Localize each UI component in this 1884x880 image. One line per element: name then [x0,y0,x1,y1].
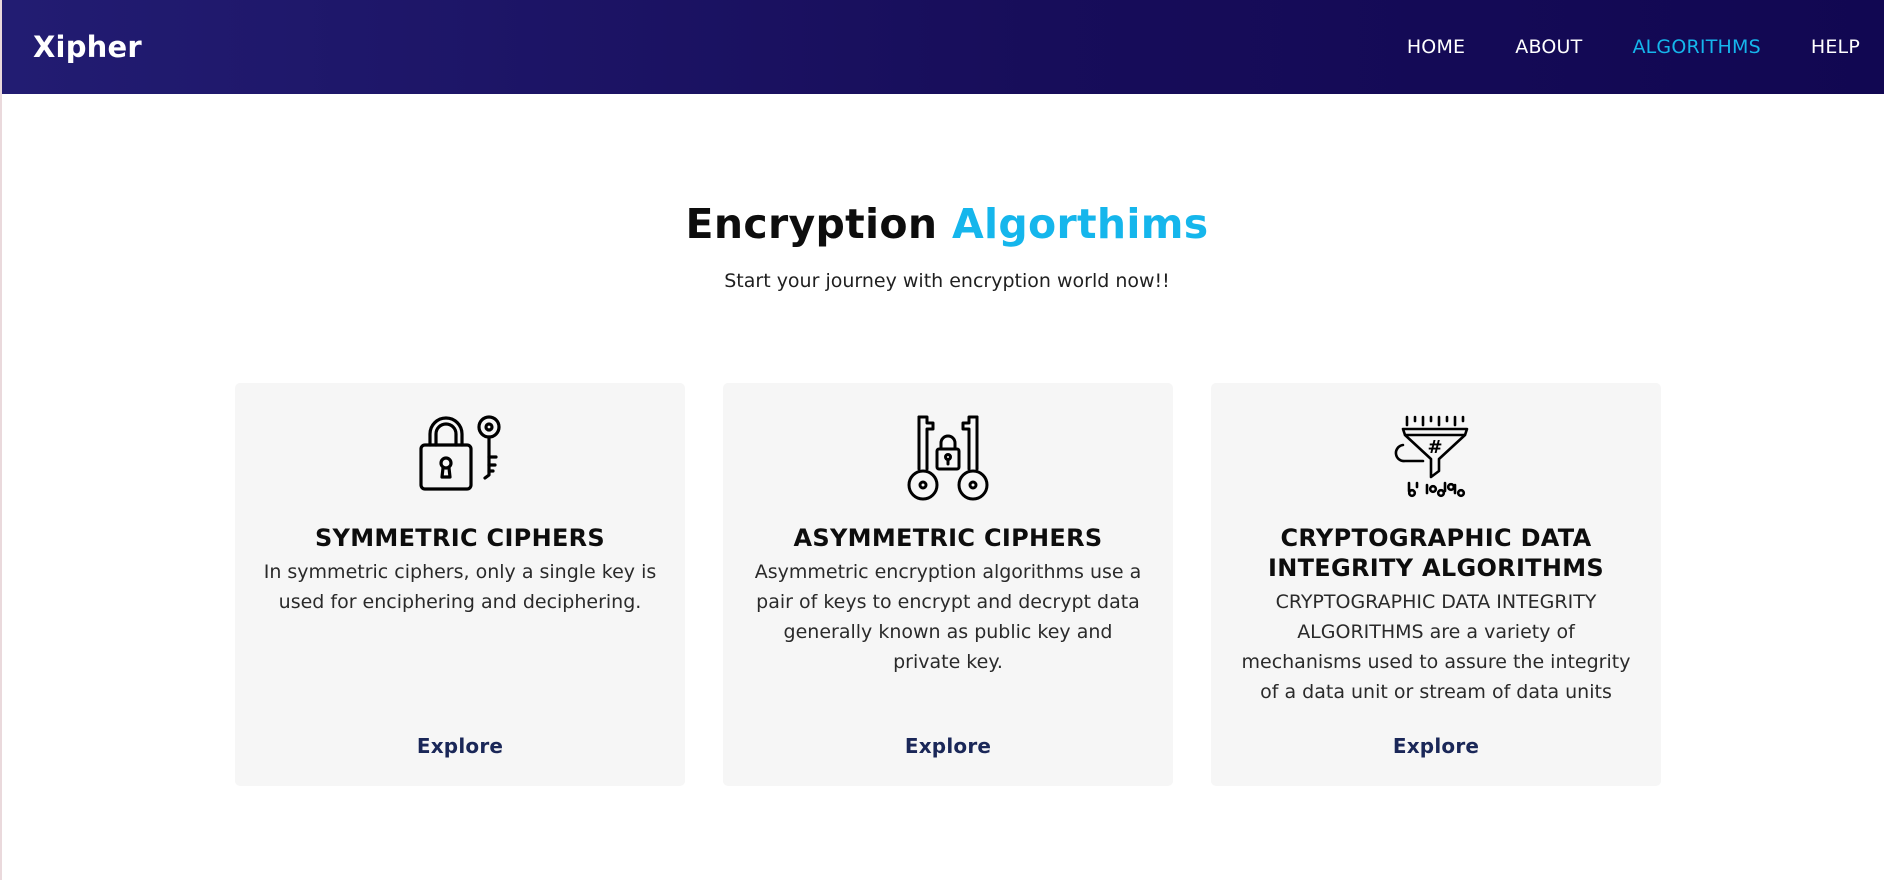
nav-about[interactable]: ABOUT [1515,36,1582,58]
hero-section: Encryption Algorthims Start your journey… [0,200,1884,292]
card-asymmetric-ciphers: ASYMMETRIC CIPHERS Asymmetric encryption… [723,383,1173,786]
card-data-integrity: # CRYPTOGRAPHIC DATA INTEGRITY ALGORITHM… [1211,383,1661,786]
page-title-accent: Algorthims [951,200,1209,248]
card-description: Asymmetric encryption algorithms use a p… [754,561,1142,673]
algorithm-cards: SYMMETRIC CIPHERS In symmetric ciphers, … [235,383,1661,786]
card-symmetric-ciphers: SYMMETRIC CIPHERS In symmetric ciphers, … [235,383,685,786]
card-title: SYMMETRIC CIPHERS [314,524,606,552]
card-description: In symmetric ciphers, only a single key … [263,561,657,613]
card-title: ASYMMETRIC CIPHERS [793,524,1103,552]
top-navbar: Xipher HOME ABOUT ALGORITHMS HELP [2,0,1884,94]
two-keys-lock-icon [905,415,991,501]
page-title: Encryption Algorthims [0,200,1884,248]
padlock-key-icon [417,415,503,501]
page-title-main: Encryption [685,200,938,248]
svg-text:#: # [1427,437,1442,458]
explore-link-asymmetric[interactable]: Explore [723,734,1173,758]
brand-logo[interactable]: Xipher [33,30,142,64]
nav-algorithms[interactable]: ALGORITHMS [1632,36,1760,58]
nav-home[interactable]: HOME [1407,36,1465,58]
page-left-border [0,0,2,880]
card-description: CRYPTOGRAPHIC DATA INTEGRITY ALGORITHMS … [1241,591,1631,703]
nav-menu: HOME ABOUT ALGORITHMS HELP [1407,36,1860,58]
page-subtitle: Start your journey with encryption world… [724,270,1170,292]
explore-link-symmetric[interactable]: Explore [235,734,685,758]
data-filter-hash-icon: # [1393,415,1479,501]
explore-link-integrity[interactable]: Explore [1211,734,1661,758]
card-title: CRYPTOGRAPHIC DATA INTEGRITY ALGORITHMS [1268,524,1604,582]
nav-help[interactable]: HELP [1811,36,1860,58]
